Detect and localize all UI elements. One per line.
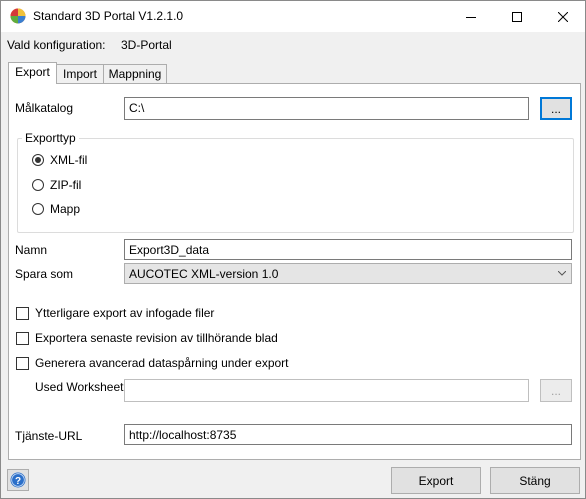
used-worksheet-label: Used Worksheet [35,380,124,394]
target-directory-browse-button[interactable]: ... [540,97,572,120]
browse-label: ... [550,101,561,116]
tab-mappning[interactable]: Mappning [103,64,167,83]
tab-mappning-label: Mappning [108,67,162,81]
checkbox-extra-export[interactable] [16,307,29,320]
save-as-label: Spara som [15,267,74,281]
radio-xml-file-label[interactable]: XML-fil [50,153,87,167]
minimize-button[interactable] [448,1,494,32]
service-url-label: Tjänste-URL [15,429,83,443]
name-input[interactable]: Export3D_data [124,239,572,260]
checkbox-advanced-tracking-label[interactable]: Generera avancerad dataspårning under ex… [35,356,289,370]
chevron-down-icon [558,271,566,276]
export-button[interactable]: Export [391,467,481,494]
radio-zip-file-label[interactable]: ZIP-fil [50,178,81,192]
used-worksheet-input[interactable] [124,379,529,402]
name-label: Namn [15,243,48,257]
maximize-icon [512,11,522,22]
export-type-group [17,138,574,233]
minimize-icon [466,16,476,18]
radio-xml-file[interactable] [32,154,44,166]
tab-export-label: Export [15,65,50,79]
help-button[interactable]: ? [7,469,29,491]
export-type-label: Exporttyp [22,131,79,145]
save-as-dropdown[interactable]: AUCOTEC XML-version 1.0 [124,263,572,284]
tab-import[interactable]: Import [56,64,104,83]
maximize-button[interactable] [494,1,540,32]
radio-folder-label[interactable]: Mapp [50,202,80,216]
config-value: 3D-Portal [121,38,172,52]
close-button-label: Stäng [519,473,551,488]
main-window: Standard 3D Portal V1.2.1.0 Vald konfigu… [0,0,586,499]
checkbox-advanced-tracking[interactable] [16,357,29,370]
app-logo-icon [10,8,26,24]
close-button[interactable]: Stäng [490,467,580,494]
service-url-input[interactable]: http://localhost:8735 [124,424,572,445]
config-label: Vald konfiguration: [7,38,106,52]
target-directory-label: Målkatalog [15,101,74,115]
svg-text:?: ? [15,476,21,487]
worksheet-browse-label: ... [550,383,561,398]
save-as-value: AUCOTEC XML-version 1.0 [129,267,279,281]
radio-zip-file[interactable] [32,179,44,191]
used-worksheet-browse-button[interactable]: ... [540,379,572,402]
radio-folder[interactable] [32,203,44,215]
export-button-label: Export [418,473,454,488]
title-bar[interactable]: Standard 3D Portal V1.2.1.0 [1,1,585,32]
close-icon [558,11,568,22]
checkbox-latest-revision-label[interactable]: Exportera senaste revision av tillhörand… [35,331,278,345]
help-icon: ? [10,472,26,488]
checkbox-latest-revision[interactable] [16,332,29,345]
target-directory-input[interactable]: C:\ [124,97,529,120]
window-title: Standard 3D Portal V1.2.1.0 [33,9,184,23]
tab-import-label: Import [62,67,97,81]
checkbox-extra-export-label[interactable]: Ytterligare export av infogade filer [35,306,214,320]
close-window-button[interactable] [540,1,586,32]
tab-export[interactable]: Export [8,62,57,84]
